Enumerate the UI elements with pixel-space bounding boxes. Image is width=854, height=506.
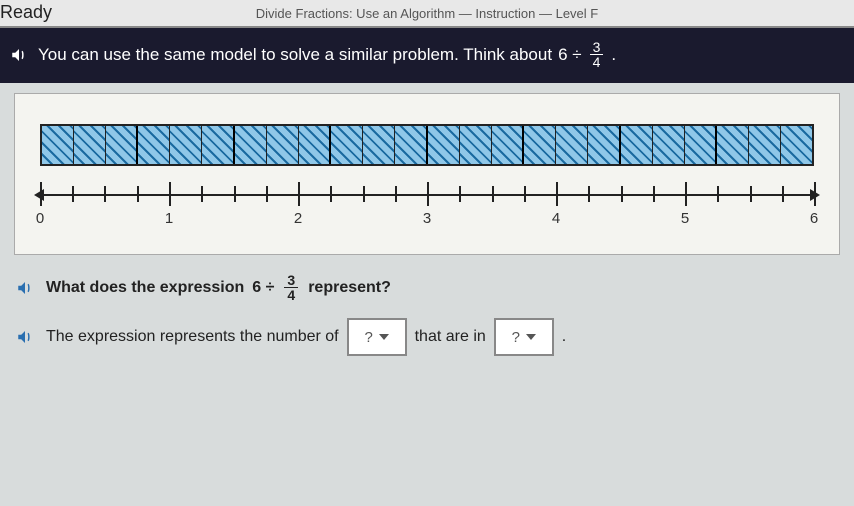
q1-fraction: 3 4 <box>284 273 298 302</box>
tick-minor <box>524 186 526 202</box>
q1-lead: What does the expression <box>46 279 244 297</box>
question-2: The expression represents the number of … <box>0 310 854 364</box>
dropdown-2[interactable]: ? <box>494 318 554 356</box>
bar-cell <box>395 126 428 164</box>
q2-mid: that are in <box>415 328 486 346</box>
tick-minor <box>653 186 655 202</box>
tick-label: 2 <box>294 210 302 227</box>
question-1: What does the expression 6 ÷ 3 4 represe… <box>0 265 854 310</box>
tick-major <box>814 182 816 206</box>
tick-label: 6 <box>810 210 818 227</box>
tick-label: 1 <box>165 210 173 227</box>
tick-label: 0 <box>36 210 44 227</box>
bar-cell <box>138 126 170 164</box>
dropdown-1-value: ? <box>364 329 372 346</box>
dropdown-2-value: ? <box>512 329 520 346</box>
bar-cell <box>717 126 749 164</box>
bar-cell <box>267 126 299 164</box>
header: Ready Divide Fractions: Use an Algorithm… <box>0 0 854 28</box>
prompt-lead: You can use the same model to solve a si… <box>38 45 552 65</box>
bar-cell <box>460 126 492 164</box>
bar-cell <box>331 126 363 164</box>
tick-minor <box>782 186 784 202</box>
q2-lead: The expression represents the number of <box>46 328 339 346</box>
tick-minor <box>104 186 106 202</box>
tick-minor <box>621 186 623 202</box>
fraction-numerator: 3 <box>590 40 604 55</box>
tick-label: 5 <box>681 210 689 227</box>
bar-cell <box>202 126 235 164</box>
tick-minor <box>588 186 590 202</box>
dropdown-1[interactable]: ? <box>347 318 407 356</box>
fraction-denominator: 4 <box>590 55 604 69</box>
tick-major <box>685 182 687 206</box>
bar-cell <box>235 126 267 164</box>
bar-cell <box>556 126 588 164</box>
bar-cell <box>781 126 812 164</box>
number-line: 0123456 <box>40 184 814 234</box>
q2-tail: . <box>562 328 566 346</box>
tick-minor <box>201 186 203 202</box>
tick-major <box>169 182 171 206</box>
tick-minor <box>363 186 365 202</box>
brand-label: Ready <box>0 2 52 23</box>
bar-cell <box>363 126 395 164</box>
tick-minor <box>72 186 74 202</box>
tick-minor <box>459 186 461 202</box>
fraction-denominator: 4 <box>284 288 298 302</box>
tick-label: 3 <box>423 210 431 227</box>
q1-expr-left: 6 ÷ <box>252 279 274 297</box>
chevron-down-icon <box>379 334 389 340</box>
prompt-fraction: 3 4 <box>590 40 604 69</box>
tick-minor <box>395 186 397 202</box>
fraction-numerator: 3 <box>284 273 298 288</box>
tick-minor <box>750 186 752 202</box>
tick-major <box>298 182 300 206</box>
bar-cell <box>653 126 685 164</box>
prompt-tail: . <box>611 45 616 65</box>
bar-cell <box>299 126 332 164</box>
instruction-banner: You can use the same model to solve a si… <box>0 28 854 83</box>
q1-tail: represent? <box>308 279 391 297</box>
bar-cell <box>685 126 718 164</box>
tick-minor <box>266 186 268 202</box>
bar-cell <box>42 126 74 164</box>
audio-icon[interactable] <box>16 279 34 297</box>
tick-minor <box>137 186 139 202</box>
audio-icon[interactable] <box>16 328 34 346</box>
bar-cell <box>524 126 556 164</box>
bar-cell <box>621 126 653 164</box>
bar-model <box>40 124 814 166</box>
chevron-down-icon <box>526 334 536 340</box>
tick-minor <box>234 186 236 202</box>
tick-minor <box>492 186 494 202</box>
lesson-title: Divide Fractions: Use an Algorithm — Ins… <box>256 6 598 21</box>
prompt-expr-left: 6 ÷ <box>558 45 582 65</box>
audio-icon[interactable] <box>10 46 28 64</box>
bar-cell <box>749 126 781 164</box>
bar-cell <box>588 126 621 164</box>
tick-major <box>427 182 429 206</box>
tick-label: 4 <box>552 210 560 227</box>
bar-cell <box>492 126 525 164</box>
bar-cell <box>106 126 139 164</box>
tick-minor <box>717 186 719 202</box>
tick-major <box>556 182 558 206</box>
tick-major <box>40 182 42 206</box>
tick-minor <box>330 186 332 202</box>
bar-cell <box>74 126 106 164</box>
bar-cell <box>428 126 460 164</box>
bar-cell <box>170 126 202 164</box>
model-panel: 0 1 2 3 4 5 6 <box>14 93 840 255</box>
